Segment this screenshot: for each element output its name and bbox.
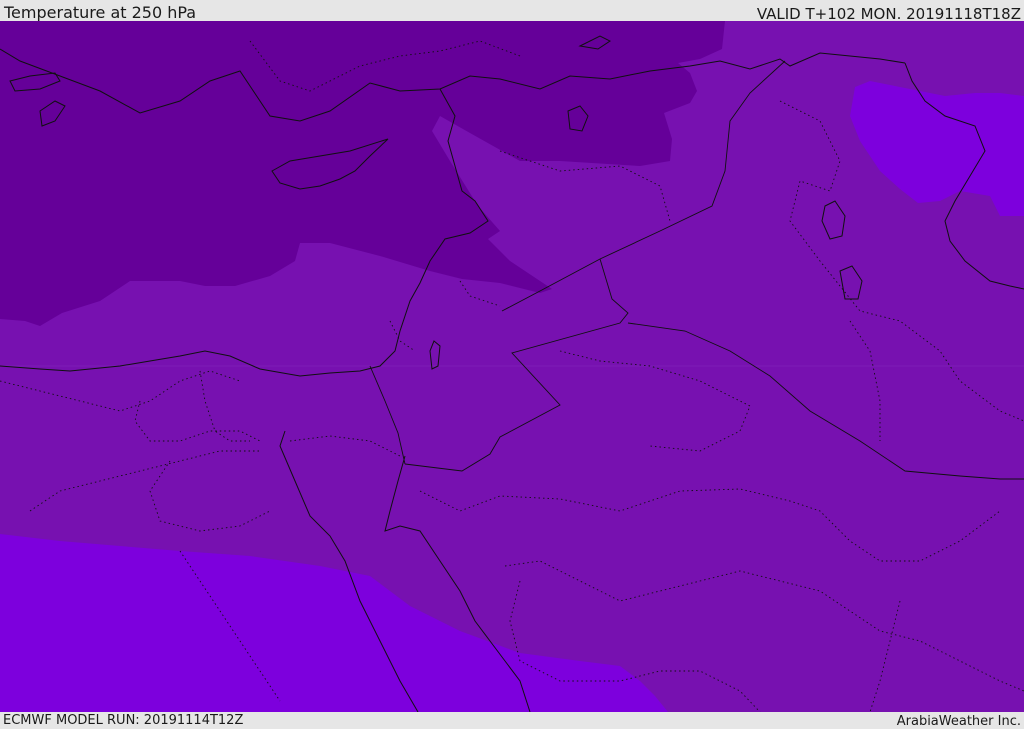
model-run-label: ECMWF MODEL RUN: 20191114T12Z [3,713,244,728]
credit-label: ArabiaWeather Inc. [896,714,1021,729]
map-page: Temperature at 250 hPa VALID T+102 MON. … [0,0,1024,729]
footer-bar: ECMWF MODEL RUN: 20191114T12Z ArabiaWeat… [0,712,1024,729]
map-title: Temperature at 250 hPa [4,3,197,22]
map-canvas [0,21,1024,712]
header-bar: Temperature at 250 hPa VALID T+102 MON. … [0,0,1024,23]
weather-map[interactable] [0,21,1024,712]
